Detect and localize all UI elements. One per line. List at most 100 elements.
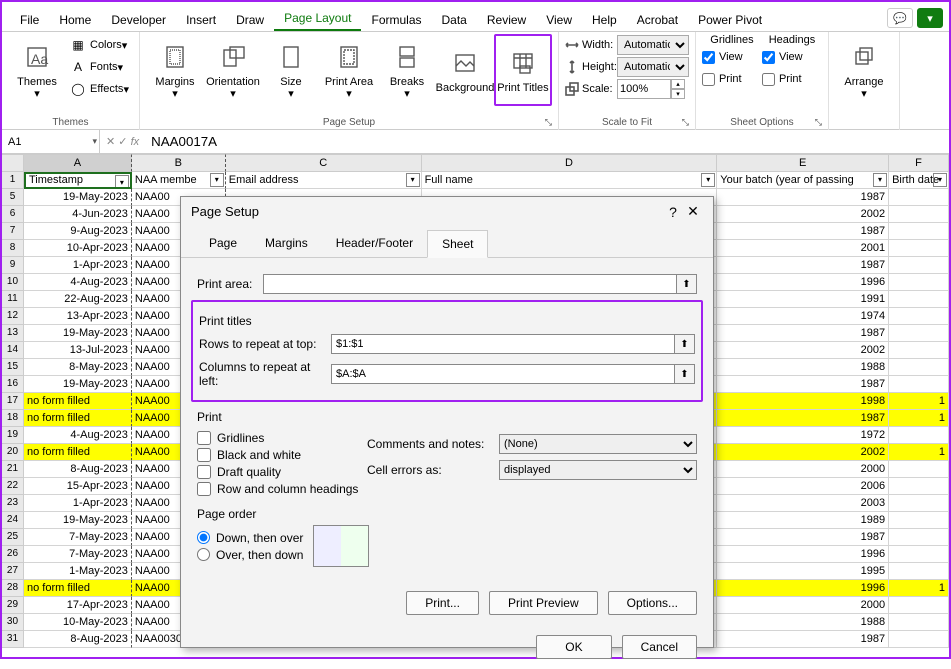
cell[interactable]: 1987 <box>717 189 889 206</box>
row-header-31[interactable]: 31 <box>2 631 24 648</box>
cell[interactable]: 8-Aug-2023 <box>24 461 132 478</box>
print-titles-button[interactable]: Print Titles <box>494 34 552 106</box>
dialog-tab-sheet[interactable]: Sheet <box>427 230 488 258</box>
cell[interactable] <box>889 359 949 376</box>
print-area-input[interactable] <box>263 274 677 294</box>
name-box[interactable]: A1▾ <box>2 130 100 153</box>
tab-draw[interactable]: Draw <box>226 9 274 31</box>
cell[interactable] <box>889 631 949 648</box>
row-header-19[interactable]: 19 <box>2 427 24 444</box>
cell[interactable]: 7-May-2023 <box>24 529 132 546</box>
row-header-28[interactable]: 28 <box>2 580 24 597</box>
row-header-24[interactable]: 24 <box>2 512 24 529</box>
cell[interactable]: 2002 <box>717 444 889 461</box>
cell[interactable]: 1972 <box>717 427 889 444</box>
height-select[interactable]: Automatic <box>617 57 689 77</box>
cols-repeat-input[interactable] <box>331 364 675 384</box>
row-header-17[interactable]: 17 <box>2 393 24 410</box>
row-header-8[interactable]: 8 <box>2 240 24 257</box>
row-header-5[interactable]: 5 <box>2 189 24 206</box>
cell[interactable] <box>889 427 949 444</box>
cell[interactable]: 1996 <box>717 546 889 563</box>
cell[interactable]: 19-May-2023 <box>24 376 132 393</box>
cell[interactable]: no form filled <box>24 393 132 410</box>
cell[interactable]: 1988 <box>717 359 889 376</box>
rows-repeat-range-button[interactable]: ⬆ <box>675 334 695 354</box>
tab-power-pivot[interactable]: Power Pivot <box>688 9 772 31</box>
cell[interactable]: no form filled <box>24 580 132 597</box>
filter-button[interactable]: ▾ <box>115 175 129 189</box>
cell[interactable]: 1987 <box>717 410 889 427</box>
rows-repeat-input[interactable] <box>331 334 675 354</box>
dialog-help-button[interactable]: ? <box>663 204 683 220</box>
cell[interactable] <box>889 563 949 580</box>
cell[interactable]: 7-May-2023 <box>24 546 132 563</box>
dialog-tab-page[interactable]: Page <box>195 230 251 257</box>
column-header-cell[interactable]: Birth date▾ <box>889 172 949 189</box>
cell[interactable]: no form filled <box>24 410 132 427</box>
row-header-25[interactable]: 25 <box>2 529 24 546</box>
tab-help[interactable]: Help <box>582 9 627 31</box>
gridlines-view-check[interactable]: View <box>702 46 762 68</box>
row-header-7[interactable]: 7 <box>2 223 24 240</box>
cell[interactable]: 1996 <box>717 274 889 291</box>
cancel-button[interactable]: Cancel <box>622 635 697 659</box>
column-header-cell[interactable]: Full name▾ <box>422 172 718 189</box>
cell[interactable]: 1 <box>889 393 949 410</box>
cell[interactable]: 2000 <box>717 461 889 478</box>
cell[interactable]: 2002 <box>717 342 889 359</box>
cell[interactable]: 1 <box>889 444 949 461</box>
headings-view-check[interactable]: View <box>762 46 822 68</box>
cell[interactable]: 4-Aug-2023 <box>24 427 132 444</box>
col-header-B[interactable]: B <box>132 154 226 172</box>
row-header-1[interactable]: 1 <box>2 172 24 189</box>
size-button[interactable]: Size▾ <box>262 34 320 106</box>
cell[interactable]: 1 <box>889 580 949 597</box>
tab-insert[interactable]: Insert <box>176 9 226 31</box>
cell[interactable] <box>889 308 949 325</box>
orientation-button[interactable]: Orientation▾ <box>204 34 262 106</box>
gridlines-print-check[interactable]: Print <box>702 68 762 90</box>
row-header-13[interactable]: 13 <box>2 325 24 342</box>
margins-button[interactable]: Margins▾ <box>146 34 204 106</box>
cell[interactable]: 1987 <box>717 376 889 393</box>
namebox-dropdown-icon[interactable]: ▾ <box>92 136 97 147</box>
cell[interactable] <box>889 240 949 257</box>
col-header-C[interactable]: C <box>226 154 422 172</box>
tab-data[interactable]: Data <box>432 9 477 31</box>
dialog-close-button[interactable]: ✕ <box>683 203 703 220</box>
cell[interactable] <box>889 478 949 495</box>
cell[interactable]: no form filled <box>24 444 132 461</box>
comments-button[interactable]: 💬 <box>887 8 913 28</box>
page-setup-launcher-icon[interactable]: ⤡ <box>545 117 552 128</box>
cell[interactable]: 1 <box>889 410 949 427</box>
options-button[interactable]: Options... <box>608 591 697 615</box>
cell[interactable]: 8-May-2023 <box>24 359 132 376</box>
formula-bar[interactable] <box>145 130 949 153</box>
row-header-11[interactable]: 11 <box>2 291 24 308</box>
tab-home[interactable]: Home <box>49 9 101 31</box>
col-header-F[interactable]: F <box>889 154 949 172</box>
cell[interactable] <box>889 206 949 223</box>
cell[interactable]: 17-Apr-2023 <box>24 597 132 614</box>
row-header-23[interactable]: 23 <box>2 495 24 512</box>
tab-developer[interactable]: Developer <box>101 9 176 31</box>
row-header-15[interactable]: 15 <box>2 359 24 376</box>
cols-repeat-range-button[interactable]: ⬆ <box>675 364 695 384</box>
cell[interactable]: 10-May-2023 <box>24 614 132 631</box>
row-header-14[interactable]: 14 <box>2 342 24 359</box>
cell[interactable]: 9-Aug-2023 <box>24 223 132 240</box>
column-header-cell[interactable]: Your batch (year of passing▾ <box>717 172 889 189</box>
headings-print-check[interactable]: Print <box>762 68 822 90</box>
print-area-button[interactable]: Print Area▾ <box>320 34 378 106</box>
cell[interactable]: 1987 <box>717 223 889 240</box>
scale-up-button[interactable]: ▴ <box>671 79 685 89</box>
scale-input[interactable] <box>617 79 671 99</box>
dialog-tab-margins[interactable]: Margins <box>251 230 322 257</box>
row-header-22[interactable]: 22 <box>2 478 24 495</box>
cell[interactable]: 1987 <box>717 529 889 546</box>
tab-view[interactable]: View <box>536 9 582 31</box>
errors-select[interactable]: displayed <box>499 460 697 480</box>
filter-button[interactable]: ▾ <box>210 173 224 187</box>
select-all-cell[interactable] <box>2 154 24 172</box>
